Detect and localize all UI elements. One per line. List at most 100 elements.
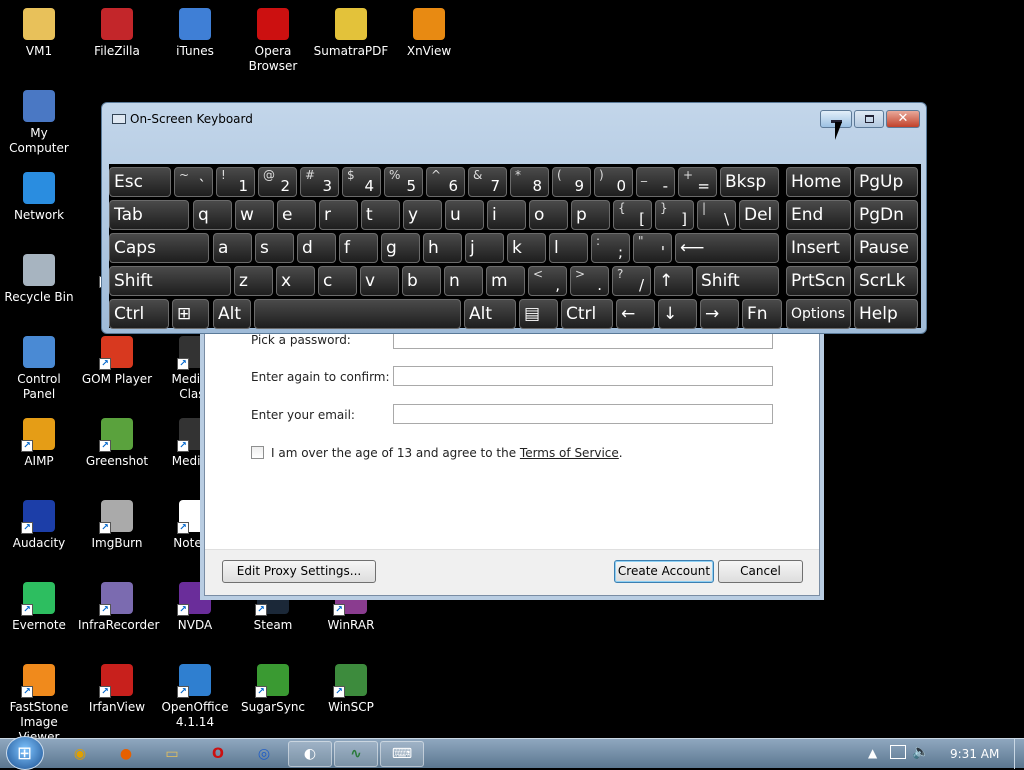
key-sym3-11[interactable]: ↑ [654, 266, 693, 296]
maximize-button[interactable] [854, 110, 884, 128]
key-b[interactable]: b [402, 266, 441, 296]
clock[interactable]: 9:31 AM [950, 747, 999, 761]
key-sym1-13[interactable]: | \ [697, 200, 736, 230]
desktop-icon-sugarsync[interactable]: ↗ SugarSync [234, 664, 312, 715]
desktop-icon-winscp[interactable]: ↗ WinSCP [312, 664, 390, 715]
key-sym0-13[interactable]: + = [678, 167, 717, 197]
key-4[interactable]: $4 [342, 167, 381, 197]
key-ctrl[interactable]: Ctrl [109, 299, 169, 329]
key-5[interactable]: % 5 [384, 167, 423, 197]
key-shift[interactable]: Shift [696, 266, 779, 296]
key-sym3-10[interactable]: ? / [612, 266, 651, 296]
key-8[interactable]: * 8 [510, 167, 549, 197]
key-space[interactable] [254, 299, 461, 329]
key-sym4-7[interactable]: ← [616, 299, 655, 329]
key-s[interactable]: s [255, 233, 294, 263]
key-bksp[interactable]: Bksp [720, 167, 779, 197]
desktop-icon-my-computer[interactable]: My Computer [0, 90, 78, 156]
key-c[interactable]: c [318, 266, 357, 296]
key-t[interactable]: t [361, 200, 400, 230]
taskbar-opera-icon[interactable]: O [196, 741, 240, 767]
key-alt[interactable]: Alt [464, 299, 516, 329]
desktop-icon-irfanview[interactable]: ↗ IrfanView [78, 664, 156, 715]
desktop-icon-imgburn[interactable]: ↗ ImgBurn [78, 500, 156, 551]
key-sym1-12[interactable]: }] [655, 200, 694, 230]
key-q[interactable]: q [193, 200, 232, 230]
key-sym3-8[interactable]: <, [528, 266, 567, 296]
key-h[interactable]: h [423, 233, 462, 263]
key-sym0-12[interactable]: _ - [636, 167, 675, 197]
key-v[interactable]: v [360, 266, 399, 296]
key-9[interactable]: (9 [552, 167, 591, 197]
key-pause[interactable]: Pause [854, 233, 918, 263]
key-home[interactable]: Home [786, 167, 851, 197]
desktop-icon-greenshot[interactable]: ↗ Greenshot [78, 418, 156, 469]
taskbar-steam-icon[interactable]: ◐ [288, 741, 332, 767]
desktop-icon-network[interactable]: Network [0, 172, 78, 223]
key-ctrl[interactable]: Ctrl [561, 299, 613, 329]
desktop-icon-opera-browser[interactable]: Opera Browser [234, 8, 312, 74]
desktop-icon-recycle-bin[interactable]: Recycle Bin [0, 254, 78, 305]
key-pgup[interactable]: PgUp [854, 167, 918, 197]
key-n[interactable]: n [444, 266, 483, 296]
key-sym4-5[interactable]: ▤ [519, 299, 558, 329]
taskbar-app-icon[interactable]: ◎ [242, 741, 286, 767]
key-d[interactable]: d [297, 233, 336, 263]
taskbar-explorer-icon[interactable]: ▭ [150, 741, 194, 767]
create-account-button[interactable]: Create Account [614, 560, 714, 583]
key-sym2-11[interactable]: " ' [633, 233, 672, 263]
desktop-icon-itunes[interactable]: iTunes [156, 8, 234, 59]
key-y[interactable]: y [403, 200, 442, 230]
key-i[interactable]: i [487, 200, 526, 230]
key-7[interactable]: & 7 [468, 167, 507, 197]
key-sym1-11[interactable]: {[ [613, 200, 652, 230]
key-sym0-1[interactable]: ~ ` [174, 167, 213, 197]
key-fn[interactable]: Fn [742, 299, 782, 329]
key-1[interactable]: ! 1 [216, 167, 255, 197]
key-del[interactable]: Del [739, 200, 779, 230]
key-p[interactable]: p [571, 200, 610, 230]
key-insert[interactable]: Insert [786, 233, 851, 263]
desktop-icon-gom-player[interactable]: ↗ GOM Player [78, 336, 156, 387]
desktop-icon-vm1[interactable]: VM1 [0, 8, 78, 59]
key-f[interactable]: f [339, 233, 378, 263]
key-esc[interactable]: Esc [109, 167, 171, 197]
desktop-icon-openoffice-4-1-14[interactable]: ↗ OpenOffice 4.1.14 [156, 664, 234, 730]
desktop-icon-faststone-image-viewer[interactable]: ↗ FastStone Image Viewer [0, 664, 78, 745]
key-w[interactable]: w [235, 200, 274, 230]
desktop-icon-evernote[interactable]: ↗ Evernote [0, 582, 78, 633]
close-button[interactable]: ✕ [886, 110, 920, 128]
age-agree-checkbox[interactable] [251, 446, 264, 459]
key-k[interactable]: k [507, 233, 546, 263]
key-tab[interactable]: Tab [109, 200, 189, 230]
key-x[interactable]: x [276, 266, 315, 296]
key-z[interactable]: z [234, 266, 273, 296]
taskbar-firefox-icon[interactable]: ● [104, 741, 148, 767]
desktop-icon-sumatrapdf[interactable]: SumatraPDF [312, 8, 390, 59]
show-hidden-icons-icon[interactable]: ▲ [868, 746, 877, 760]
key-0[interactable]: ) 0 [594, 167, 633, 197]
key-sym4-1[interactable]: ⊞ [172, 299, 209, 329]
key-j[interactable]: j [465, 233, 504, 263]
show-desktop-button[interactable] [1014, 739, 1024, 769]
key-e[interactable]: e [277, 200, 316, 230]
edit-proxy-settings-button[interactable]: Edit Proxy Settings... [222, 560, 376, 583]
key-options[interactable]: Options [786, 299, 851, 329]
key-r[interactable]: r [319, 200, 358, 230]
desktop-icon-filezilla[interactable]: FileZilla [78, 8, 156, 59]
key-sym4-8[interactable]: ↓ [658, 299, 697, 329]
key-end[interactable]: End [786, 200, 851, 230]
cancel-button[interactable]: Cancel [718, 560, 803, 583]
key-caps[interactable]: Caps [109, 233, 209, 263]
key-alt[interactable]: Alt [213, 299, 251, 329]
desktop-icon-control-panel[interactable]: Control Panel [0, 336, 78, 402]
key-6[interactable]: ^ 6 [426, 167, 465, 197]
start-button[interactable]: ⊞ [6, 736, 44, 770]
network-tray-icon[interactable] [890, 745, 906, 759]
confirm-password-field[interactable] [393, 366, 773, 386]
volume-muted-icon[interactable]: 🔈 [912, 744, 929, 760]
key-shift[interactable]: Shift [109, 266, 231, 296]
key-help[interactable]: Help [854, 299, 918, 329]
taskbar-chrome-icon[interactable]: ◉ [58, 741, 102, 767]
key-sym4-9[interactable]: → [700, 299, 739, 329]
